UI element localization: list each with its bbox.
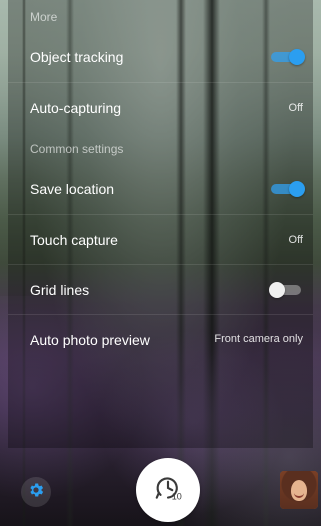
gallery-thumbnail[interactable] <box>280 471 318 509</box>
setting-auto-capturing[interactable]: Auto-capturing Off <box>8 82 313 132</box>
setting-grid-lines[interactable]: Grid lines <box>8 264 313 314</box>
settings-list: More Object tracking Auto-capturing Off … <box>8 0 313 364</box>
timer-seconds: 10 <box>172 491 182 501</box>
object-tracking-toggle[interactable] <box>271 49 305 65</box>
setting-label: Auto photo preview <box>30 331 150 348</box>
setting-label: Save location <box>30 181 115 197</box>
toggle-thumb <box>269 281 285 298</box>
setting-touch-capture[interactable]: Touch capture Off <box>8 214 313 264</box>
setting-value: Front camera only <box>214 333 303 345</box>
timer-10s-icon: 10 <box>151 471 185 510</box>
setting-label: Grid lines <box>30 281 90 298</box>
toggle-thumb <box>289 49 305 65</box>
toggle-thumb <box>289 181 305 197</box>
setting-label: Auto-capturing <box>30 99 122 116</box>
setting-value: Off <box>288 101 303 114</box>
section-header-common-settings: Common settings <box>30 142 124 156</box>
section-header-more: More <box>30 10 58 24</box>
setting-auto-photo-preview[interactable]: Auto photo preview Front camera only <box>8 314 313 364</box>
grid-lines-toggle[interactable] <box>269 281 303 298</box>
setting-label: Object tracking <box>30 49 124 65</box>
gear-icon <box>27 481 45 504</box>
setting-save-location[interactable]: Save location <box>8 164 313 214</box>
setting-value: Off <box>288 233 303 246</box>
save-location-toggle[interactable] <box>271 181 305 197</box>
setting-label: Touch capture <box>30 231 118 248</box>
camera-settings-button[interactable] <box>21 477 51 507</box>
shutter-button[interactable]: 10 <box>136 458 200 522</box>
setting-object-tracking[interactable]: Object tracking <box>8 32 313 82</box>
settings-panel: More Object tracking Auto-capturing Off … <box>8 0 313 448</box>
